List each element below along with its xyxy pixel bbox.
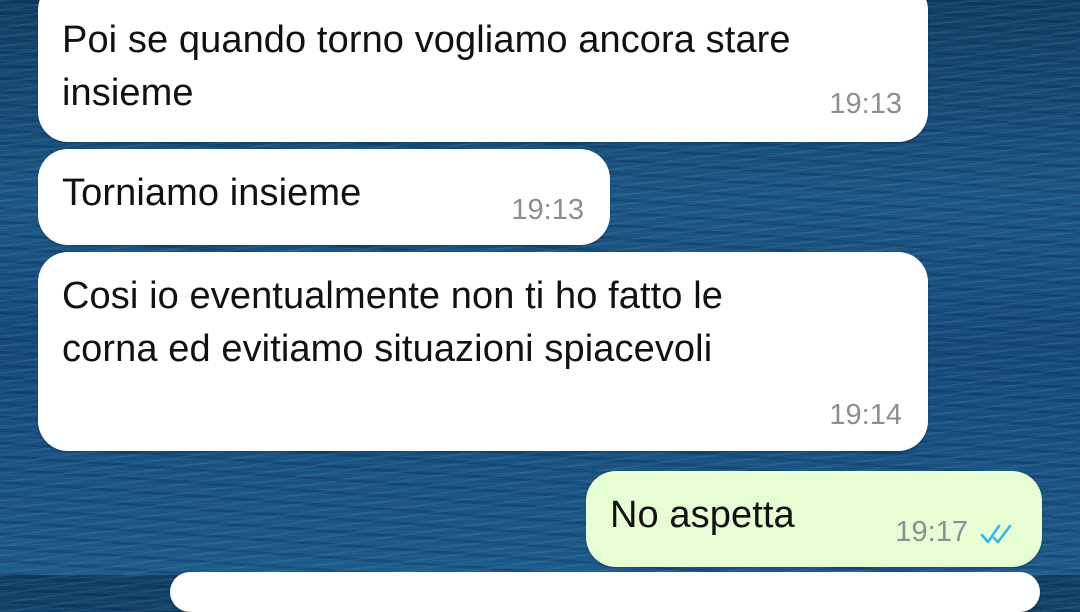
incoming-message-bubble[interactable]: Poi se quando torno vogliamo ancora star… <box>38 0 928 142</box>
message-text: Cosi io eventualmente non ti ho fatto le… <box>62 275 723 370</box>
message-timestamp: 19:13 <box>511 194 584 226</box>
message-text: Torniamo insieme <box>62 172 362 214</box>
double-check-icon <box>980 524 1012 544</box>
message-timestamp: 19:13 <box>829 88 902 120</box>
incoming-message-bubble[interactable]: Torniamo insieme 19:13 <box>38 149 610 245</box>
message-timestamp: 19:14 <box>829 399 902 431</box>
message-bubble-partial <box>170 572 1040 612</box>
message-text: Poi se quando torno vogliamo ancora star… <box>62 19 791 114</box>
incoming-message-bubble[interactable]: Cosi io eventualmente non ti ho fatto le… <box>38 252 928 451</box>
message-timestamp: 19:17 <box>895 516 968 548</box>
chat-screen: { "messages": [ { "direction": "incoming… <box>0 0 1080 612</box>
outgoing-message-bubble[interactable]: No aspetta 19:17 <box>586 471 1042 567</box>
message-text: No aspetta <box>610 494 795 536</box>
